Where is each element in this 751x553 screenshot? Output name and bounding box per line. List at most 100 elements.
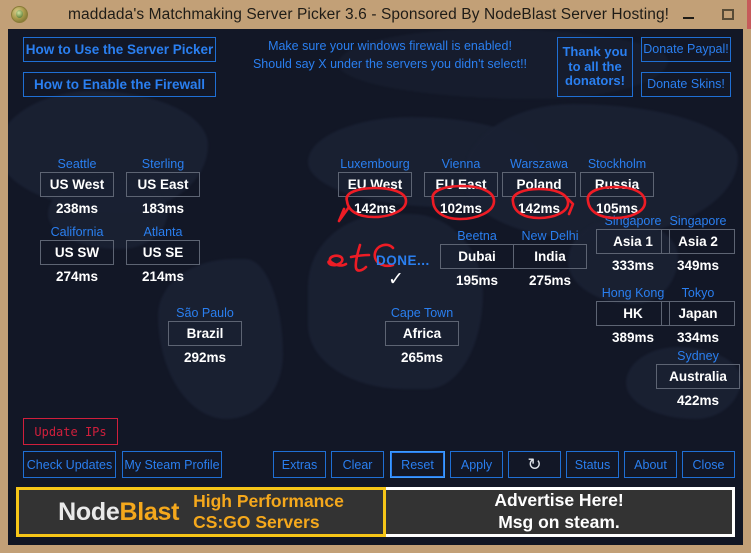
server-cell-asia-1: Singapore Asia 1 333ms	[596, 214, 670, 275]
server-button-eu-west[interactable]: EU West	[338, 172, 412, 197]
server-city-label: Cape Town	[390, 306, 454, 320]
minimize-button[interactable]	[669, 0, 708, 29]
check-mark-icon: ✓	[388, 269, 404, 290]
firewall-note-line2: Should say X under the servers you didn'…	[252, 57, 528, 72]
server-ping-brazil: 292ms	[183, 350, 227, 365]
server-button-russia[interactable]: Russia	[580, 172, 654, 197]
globe-icon	[11, 6, 28, 23]
ad-banner-row: NodeBlast High Performance CS:GO Servers…	[16, 487, 735, 537]
server-cell-japan: Tokyo Japan 334ms	[661, 286, 735, 347]
server-ping-us-east: 183ms	[141, 201, 185, 216]
window-controls: ×	[669, 0, 751, 29]
close-window-button[interactable]: ×	[747, 0, 751, 29]
donate-paypal-button[interactable]: Donate Paypal!	[641, 37, 731, 62]
server-cell-us-west: Seattle US West 238ms	[40, 157, 114, 218]
reset-button[interactable]: Reset	[390, 451, 445, 478]
close-button[interactable]: Close	[682, 451, 735, 478]
server-cell-us-sw: California US SW 274ms	[40, 225, 114, 286]
done-label: DONE...	[376, 253, 430, 268]
server-ping-eu-east: 102ms	[439, 201, 483, 216]
server-city-label: Hong Kong	[601, 286, 665, 300]
server-button-us-se[interactable]: US SE	[126, 240, 200, 265]
server-city-label: Sterling	[141, 157, 185, 171]
server-cell-brazil: São Paulo Brazil 292ms	[168, 306, 242, 367]
server-ping-africa: 265ms	[400, 350, 444, 365]
top-bar: How to Use the Server Picker How to Enab…	[8, 29, 743, 101]
server-cell-eu-west: Luxembourg EU West 142ms	[338, 157, 412, 218]
nodeblast-logo-node: Node	[58, 497, 120, 526]
window-title: maddada's Matchmaking Server Picker 3.6 …	[68, 5, 670, 23]
title-bar: maddada's Matchmaking Server Picker 3.6 …	[8, 0, 751, 29]
server-ping-dubai: 195ms	[455, 273, 499, 288]
server-city-label: Beetna	[457, 229, 497, 243]
server-button-india[interactable]: India	[513, 244, 587, 269]
server-ping-australia: 422ms	[676, 393, 720, 408]
server-button-africa[interactable]: Africa	[385, 321, 459, 346]
maximize-icon	[721, 9, 734, 20]
server-ping-india: 275ms	[528, 273, 572, 288]
my-steam-profile-button[interactable]: My Steam Profile	[122, 451, 222, 478]
nodeblast-tagline: High Performance CS:GO Servers	[193, 491, 344, 532]
server-city-label: New Delhi	[521, 229, 579, 243]
clear-button[interactable]: Clear	[331, 451, 384, 478]
server-button-asia-1[interactable]: Asia 1	[596, 229, 670, 254]
advertise-here-line1: Advertise Here!	[494, 490, 624, 511]
server-button-asia-2[interactable]: Asia 2	[661, 229, 735, 254]
server-ping-japan: 334ms	[676, 330, 720, 345]
server-ping-poland: 142ms	[517, 201, 561, 216]
bottom-toolbar: Check Updates My Steam Profile Extras Clear…	[8, 451, 743, 479]
server-button-us-east[interactable]: US East	[126, 172, 200, 197]
server-ping-asia-1: 333ms	[611, 258, 655, 273]
server-button-poland[interactable]: Poland	[502, 172, 576, 197]
server-button-japan[interactable]: Japan	[661, 301, 735, 326]
server-button-hk[interactable]: HK	[596, 301, 670, 326]
nodeblast-logo-blast: Blast	[119, 497, 180, 526]
server-cell-russia: Stockholm Russia 105ms	[580, 157, 654, 218]
server-button-australia[interactable]: Australia	[656, 364, 740, 389]
server-city-label: Atlanta	[143, 225, 183, 239]
firewall-note: Make sure your windows firewall is enabl…	[230, 37, 550, 73]
server-city-label: Singapore	[604, 214, 662, 228]
firewall-note-line1: Make sure your windows firewall is enabl…	[268, 39, 512, 53]
server-cell-dubai: Beetna Dubai 195ms	[440, 229, 514, 290]
update-ips-button[interactable]: Update IPs	[23, 418, 118, 445]
server-city-label: Singapore	[669, 214, 727, 228]
server-ping-hk: 389ms	[611, 330, 655, 345]
server-city-label: São Paulo	[176, 306, 234, 320]
how-to-use-server-picker-button[interactable]: How to Use the Server Picker	[23, 37, 216, 62]
server-city-label: Tokyo	[681, 286, 715, 300]
server-city-label: California	[50, 225, 104, 239]
donate-skins-button[interactable]: Donate Skins!	[641, 72, 731, 97]
nodeblast-tagline-line1: High Performance	[193, 491, 344, 512]
status-button[interactable]: Status	[566, 451, 619, 478]
server-ping-us-sw: 274ms	[55, 269, 99, 284]
server-city-label: Seattle	[57, 157, 97, 171]
server-cell-india: New Delhi India 275ms	[513, 229, 587, 290]
server-city-label: Vienna	[441, 157, 481, 171]
server-button-dubai[interactable]: Dubai	[440, 244, 514, 269]
extras-button[interactable]: Extras	[273, 451, 326, 478]
nodeblast-ad[interactable]: NodeBlast High Performance CS:GO Servers	[16, 487, 386, 537]
server-ping-us-west: 238ms	[55, 201, 99, 216]
server-cell-eu-east: Vienna EU East 102ms	[424, 157, 498, 218]
server-cell-us-east: Sterling US East 183ms	[126, 157, 200, 218]
server-button-brazil[interactable]: Brazil	[168, 321, 242, 346]
server-cell-hk: Hong Kong HK 389ms	[596, 286, 670, 347]
refresh-button[interactable]: ↻	[508, 451, 561, 478]
server-cell-asia-2: Singapore Asia 2 349ms	[661, 214, 735, 275]
how-to-enable-firewall-button[interactable]: How to Enable the Firewall	[23, 72, 216, 97]
server-city-label: Warszawa	[510, 157, 568, 171]
advertise-here-ad[interactable]: Advertise Here! Msg on steam.	[386, 487, 735, 537]
thank-you-donators-button[interactable]: Thank you to all the donators!	[557, 37, 633, 97]
check-updates-button[interactable]: Check Updates	[23, 451, 116, 478]
server-button-us-west[interactable]: US West	[40, 172, 114, 197]
maximize-button[interactable]	[708, 0, 747, 29]
about-button[interactable]: About	[624, 451, 677, 478]
server-cell-africa: Cape Town Africa 265ms	[385, 306, 459, 367]
server-ping-eu-west: 142ms	[353, 201, 397, 216]
server-button-eu-east[interactable]: EU East	[424, 172, 498, 197]
apply-button[interactable]: Apply	[450, 451, 503, 478]
advertise-here-line2: Msg on steam.	[498, 512, 620, 532]
server-button-us-sw[interactable]: US SW	[40, 240, 114, 265]
server-cell-australia: Sydney Australia 422ms	[656, 349, 740, 410]
